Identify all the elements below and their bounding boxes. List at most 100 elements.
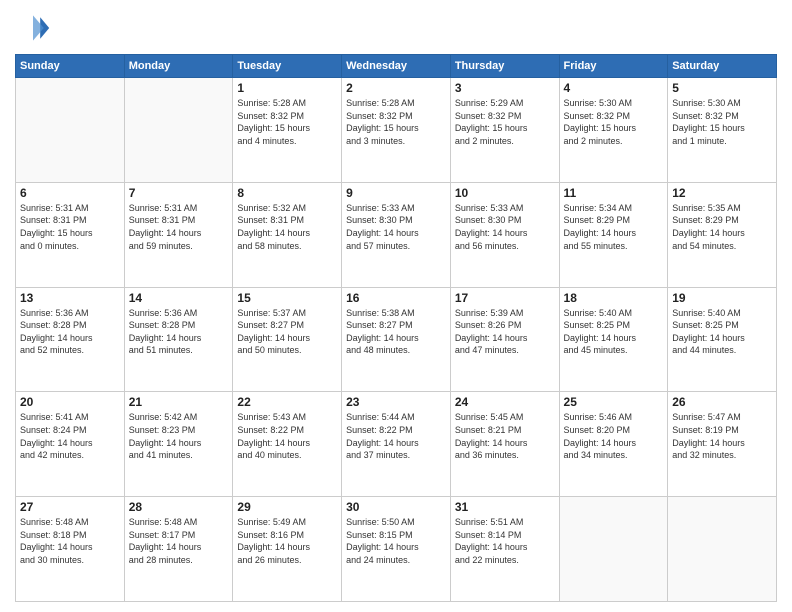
day-number: 15 bbox=[237, 291, 337, 305]
calendar-cell: 11 Sunrise: 5:34 AM Sunset: 8:29 PM Dayli… bbox=[559, 182, 668, 287]
day-info: Sunrise: 5:37 AM Sunset: 8:27 PM Dayligh… bbox=[237, 307, 337, 357]
day-number: 6 bbox=[20, 186, 120, 200]
calendar-cell: 24Sunrise: 5:45 AM Sunset: 8:21 PM Dayli… bbox=[450, 392, 559, 497]
weekday-header: Wednesday bbox=[342, 55, 451, 78]
day-info: Sunrise: 5:39 AM Sunset: 8:26 PM Dayligh… bbox=[455, 307, 555, 357]
day-info: Sunrise: 5:38 AM Sunset: 8:27 PM Dayligh… bbox=[346, 307, 446, 357]
day-info: Sunrise: 5:44 AM Sunset: 8:22 PM Dayligh… bbox=[346, 411, 446, 461]
calendar-cell bbox=[559, 497, 668, 602]
weekday-header-row: SundayMondayTuesdayWednesdayThursdayFrid… bbox=[16, 55, 777, 78]
day-number: 29 bbox=[237, 500, 337, 514]
day-info: Sunrise: 5:33 AM Sunset: 8:30 PM Dayligh… bbox=[455, 202, 555, 252]
day-info: Sunrise: 5:48 AM Sunset: 8:17 PM Dayligh… bbox=[129, 516, 229, 566]
calendar-cell: 1 Sunrise: 5:28 AM Sunset: 8:32 PM Daylig… bbox=[233, 78, 342, 183]
day-number: 3 bbox=[455, 81, 555, 95]
calendar-cell: 12 Sunrise: 5:35 AM Sunset: 8:29 PM Dayli… bbox=[668, 182, 777, 287]
header bbox=[15, 10, 777, 46]
calendar-body: 1 Sunrise: 5:28 AM Sunset: 8:32 PM Daylig… bbox=[16, 78, 777, 602]
calendar-cell: 10 Sunrise: 5:33 AM Sunset: 8:30 PM Dayli… bbox=[450, 182, 559, 287]
calendar-week-row: 27 Sunrise: 5:48 AM Sunset: 8:18 PM Dayli… bbox=[16, 497, 777, 602]
day-info: Sunrise: 5:35 AM Sunset: 8:29 PM Dayligh… bbox=[672, 202, 772, 252]
day-number: 30 bbox=[346, 500, 446, 514]
calendar-cell: 18 Sunrise: 5:40 AM Sunset: 8:25 PM Dayli… bbox=[559, 287, 668, 392]
day-number: 7 bbox=[129, 186, 229, 200]
calendar-cell: 22 Sunrise: 5:43 AM Sunset: 8:22 PM Dayli… bbox=[233, 392, 342, 497]
day-info: Sunrise: 5:40 AM Sunset: 8:25 PM Dayligh… bbox=[564, 307, 664, 357]
day-number: 14 bbox=[129, 291, 229, 305]
day-info: Sunrise: 5:31 AM Sunset: 8:31 PM Dayligh… bbox=[20, 202, 120, 252]
calendar-cell: 8Sunrise: 5:32 AM Sunset: 8:31 PM Daylig… bbox=[233, 182, 342, 287]
calendar-table: SundayMondayTuesdayWednesdayThursdayFrid… bbox=[15, 54, 777, 602]
calendar-cell: 5 Sunrise: 5:30 AM Sunset: 8:32 PM Daylig… bbox=[668, 78, 777, 183]
calendar-cell: 20 Sunrise: 5:41 AM Sunset: 8:24 PM Dayli… bbox=[16, 392, 125, 497]
weekday-header: Thursday bbox=[450, 55, 559, 78]
day-number: 27 bbox=[20, 500, 120, 514]
day-info: Sunrise: 5:46 AM Sunset: 8:20 PM Dayligh… bbox=[564, 411, 664, 461]
calendar-cell: 26 Sunrise: 5:47 AM Sunset: 8:19 PM Dayli… bbox=[668, 392, 777, 497]
day-info: Sunrise: 5:45 AM Sunset: 8:21 PM Dayligh… bbox=[455, 411, 555, 461]
day-number: 28 bbox=[129, 500, 229, 514]
calendar-cell: 15 Sunrise: 5:37 AM Sunset: 8:27 PM Dayli… bbox=[233, 287, 342, 392]
weekday-header: Saturday bbox=[668, 55, 777, 78]
day-number: 23 bbox=[346, 395, 446, 409]
calendar-cell: 7 Sunrise: 5:31 AM Sunset: 8:31 PM Daylig… bbox=[124, 182, 233, 287]
day-info: Sunrise: 5:28 AM Sunset: 8:32 PM Dayligh… bbox=[346, 97, 446, 147]
calendar-cell: 16Sunrise: 5:38 AM Sunset: 8:27 PM Dayli… bbox=[342, 287, 451, 392]
day-number: 26 bbox=[672, 395, 772, 409]
calendar-cell: 9Sunrise: 5:33 AM Sunset: 8:30 PM Daylig… bbox=[342, 182, 451, 287]
calendar-cell bbox=[16, 78, 125, 183]
weekday-header: Friday bbox=[559, 55, 668, 78]
day-number: 22 bbox=[237, 395, 337, 409]
weekday-header: Sunday bbox=[16, 55, 125, 78]
day-info: Sunrise: 5:41 AM Sunset: 8:24 PM Dayligh… bbox=[20, 411, 120, 461]
day-info: Sunrise: 5:32 AM Sunset: 8:31 PM Dayligh… bbox=[237, 202, 337, 252]
day-info: Sunrise: 5:34 AM Sunset: 8:29 PM Dayligh… bbox=[564, 202, 664, 252]
day-info: Sunrise: 5:28 AM Sunset: 8:32 PM Dayligh… bbox=[237, 97, 337, 147]
logo bbox=[15, 10, 55, 46]
page: SundayMondayTuesdayWednesdayThursdayFrid… bbox=[0, 0, 792, 612]
day-info: Sunrise: 5:29 AM Sunset: 8:32 PM Dayligh… bbox=[455, 97, 555, 147]
calendar-cell: 25 Sunrise: 5:46 AM Sunset: 8:20 PM Dayli… bbox=[559, 392, 668, 497]
day-info: Sunrise: 5:30 AM Sunset: 8:32 PM Dayligh… bbox=[564, 97, 664, 147]
day-number: 31 bbox=[455, 500, 555, 514]
day-number: 25 bbox=[564, 395, 664, 409]
day-number: 17 bbox=[455, 291, 555, 305]
day-info: Sunrise: 5:51 AM Sunset: 8:14 PM Dayligh… bbox=[455, 516, 555, 566]
calendar-cell: 13Sunrise: 5:36 AM Sunset: 8:28 PM Dayli… bbox=[16, 287, 125, 392]
day-info: Sunrise: 5:36 AM Sunset: 8:28 PM Dayligh… bbox=[20, 307, 120, 357]
day-number: 10 bbox=[455, 186, 555, 200]
calendar-cell: 29Sunrise: 5:49 AM Sunset: 8:16 PM Dayli… bbox=[233, 497, 342, 602]
logo-icon bbox=[15, 10, 51, 46]
calendar-cell: 21 Sunrise: 5:42 AM Sunset: 8:23 PM Dayli… bbox=[124, 392, 233, 497]
day-number: 18 bbox=[564, 291, 664, 305]
day-info: Sunrise: 5:30 AM Sunset: 8:32 PM Dayligh… bbox=[672, 97, 772, 147]
day-info: Sunrise: 5:36 AM Sunset: 8:28 PM Dayligh… bbox=[129, 307, 229, 357]
calendar-cell: 2 Sunrise: 5:28 AM Sunset: 8:32 PM Daylig… bbox=[342, 78, 451, 183]
calendar-cell: 31 Sunrise: 5:51 AM Sunset: 8:14 PM Dayli… bbox=[450, 497, 559, 602]
calendar-week-row: 20 Sunrise: 5:41 AM Sunset: 8:24 PM Dayli… bbox=[16, 392, 777, 497]
day-number: 1 bbox=[237, 81, 337, 95]
day-number: 19 bbox=[672, 291, 772, 305]
day-number: 21 bbox=[129, 395, 229, 409]
calendar-cell: 23 Sunrise: 5:44 AM Sunset: 8:22 PM Dayli… bbox=[342, 392, 451, 497]
day-number: 11 bbox=[564, 186, 664, 200]
day-number: 12 bbox=[672, 186, 772, 200]
weekday-header: Monday bbox=[124, 55, 233, 78]
day-info: Sunrise: 5:31 AM Sunset: 8:31 PM Dayligh… bbox=[129, 202, 229, 252]
calendar-cell: 3 Sunrise: 5:29 AM Sunset: 8:32 PM Daylig… bbox=[450, 78, 559, 183]
calendar-cell: 19Sunrise: 5:40 AM Sunset: 8:25 PM Dayli… bbox=[668, 287, 777, 392]
calendar-cell: 28 Sunrise: 5:48 AM Sunset: 8:17 PM Dayli… bbox=[124, 497, 233, 602]
day-info: Sunrise: 5:47 AM Sunset: 8:19 PM Dayligh… bbox=[672, 411, 772, 461]
day-info: Sunrise: 5:42 AM Sunset: 8:23 PM Dayligh… bbox=[129, 411, 229, 461]
day-number: 9 bbox=[346, 186, 446, 200]
day-number: 5 bbox=[672, 81, 772, 95]
calendar-cell: 27 Sunrise: 5:48 AM Sunset: 8:18 PM Dayli… bbox=[16, 497, 125, 602]
day-info: Sunrise: 5:48 AM Sunset: 8:18 PM Dayligh… bbox=[20, 516, 120, 566]
day-number: 2 bbox=[346, 81, 446, 95]
weekday-header: Tuesday bbox=[233, 55, 342, 78]
calendar-cell bbox=[668, 497, 777, 602]
day-info: Sunrise: 5:43 AM Sunset: 8:22 PM Dayligh… bbox=[237, 411, 337, 461]
day-number: 20 bbox=[20, 395, 120, 409]
calendar-cell: 6 Sunrise: 5:31 AM Sunset: 8:31 PM Daylig… bbox=[16, 182, 125, 287]
calendar-cell: 4Sunrise: 5:30 AM Sunset: 8:32 PM Daylig… bbox=[559, 78, 668, 183]
